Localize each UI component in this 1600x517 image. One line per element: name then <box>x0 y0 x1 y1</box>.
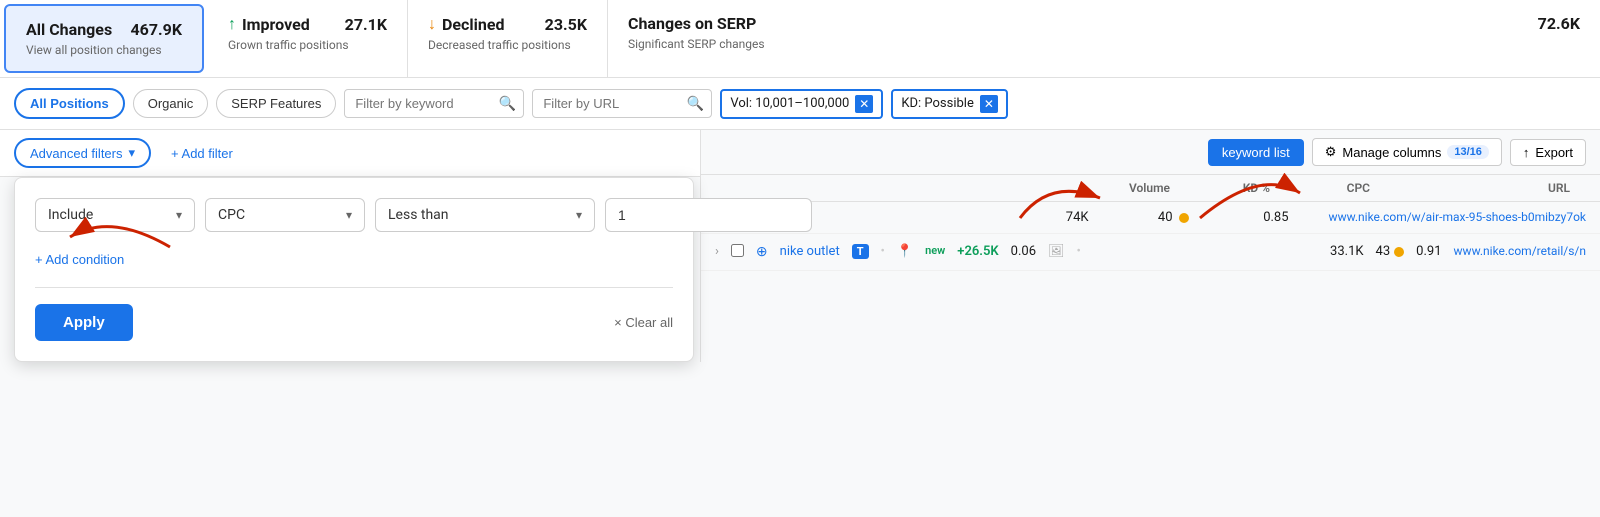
card-sub-all-changes: View all position changes <box>26 43 182 57</box>
gear-icon: ⚙ <box>1325 144 1337 160</box>
card-sub-serp: Significant SERP changes <box>628 37 1580 51</box>
nike-volume: 33.1K <box>1330 244 1364 259</box>
clear-all-button[interactable]: × Clear all <box>614 315 673 330</box>
card-count-all-changes: 467.9K <box>130 20 182 39</box>
field-select[interactable]: CPC ▾ <box>205 198 365 232</box>
cell-url: www.nike.com/w/air-max-95-shoes-b0mibzy7… <box>1329 210 1586 225</box>
manage-columns-badge: 13/16 <box>1447 145 1489 159</box>
vol-filter-chip: Vol: 10,001–100,000 ✕ <box>720 89 883 119</box>
location-icon: 📍 <box>897 244 913 259</box>
advanced-filters-label: Advanced filters <box>30 146 123 161</box>
right-panel: keyword list ⚙ Manage columns 13/16 ↑ Ex… <box>700 130 1600 362</box>
export-icon: ↑ <box>1523 145 1530 160</box>
vol-chip-close[interactable]: ✕ <box>855 95 873 113</box>
add-filter-button[interactable]: + Add filter <box>163 141 241 166</box>
card-serp[interactable]: Changes on SERP 72.6K Significant SERP c… <box>608 0 1600 77</box>
add-condition-label: + Add condition <box>35 252 124 267</box>
tab-organic[interactable]: Organic <box>133 89 209 118</box>
vol-chip-label: Vol: 10,001–100,000 <box>730 96 849 111</box>
card-sub-improved: Grown traffic positions <box>228 38 387 52</box>
dot-separator1: • <box>881 244 885 259</box>
advanced-filters-row: Advanced filters ▾ + Add filter <box>0 130 700 177</box>
kd-filter-chip: KD: Possible ✕ <box>891 89 1008 119</box>
card-all-changes[interactable]: All Changes 467.9K View all position cha… <box>4 4 204 73</box>
tab-serp-features[interactable]: SERP Features <box>216 89 336 118</box>
nike-cpc-val: 0.06 <box>1011 244 1036 259</box>
card-count-declined: 23.5K <box>545 15 587 34</box>
table-header: Volume KD % CPC URL <box>701 175 1600 202</box>
nike-kd-dot <box>1394 247 1404 257</box>
include-select[interactable]: Include ▾ <box>35 198 195 232</box>
filter-bar: All Positions Organic SERP Features 🔍 🔍 … <box>0 78 1600 130</box>
field-select-label: CPC <box>218 207 245 223</box>
status-new: new <box>925 244 945 257</box>
cell-volume: 74K <box>1029 210 1089 225</box>
kd-indicator <box>1179 213 1189 223</box>
card-title-declined: ↓ Declined <box>428 14 504 34</box>
down-arrow-icon: ↓ <box>428 14 436 34</box>
field-caret-icon: ▾ <box>346 208 352 222</box>
th-cpc: CPC <box>1310 181 1370 195</box>
operator-caret-icon: ▾ <box>576 208 582 222</box>
card-title-all-changes: All Changes <box>26 20 112 39</box>
change-value: +26.5K <box>957 244 998 259</box>
keyword-text: nike outlet <box>780 244 840 259</box>
tab-all-positions[interactable]: All Positions <box>14 88 125 119</box>
expand-icon[interactable]: › <box>715 244 719 259</box>
dot-separator2: • <box>1077 244 1081 259</box>
table-row: 74K 40 0.85 www.nike.com/w/air-max-95-sh… <box>701 202 1600 234</box>
camera-icon: 🖼 <box>1048 244 1065 259</box>
nike-url[interactable]: www.nike.com/retail/s/n <box>1454 244 1586 258</box>
add-filter-label: + Add filter <box>171 146 233 161</box>
chevron-down-icon: ▾ <box>129 145 136 161</box>
nike-kd: 43 <box>1376 244 1405 259</box>
export-button[interactable]: ↑ Export <box>1510 139 1586 166</box>
th-kd: KD % <box>1210 181 1270 195</box>
card-title-improved: ↑ Improved <box>228 14 310 34</box>
include-select-label: Include <box>48 207 93 223</box>
manage-columns-button[interactable]: ⚙ Manage columns 13/16 <box>1312 138 1502 166</box>
plus-icon: ⊕ <box>756 244 768 260</box>
kd-chip-close[interactable]: ✕ <box>980 95 998 113</box>
cell-cpc: 0.85 <box>1229 210 1289 225</box>
card-improved[interactable]: ↑ Improved 27.1K Grown traffic positions <box>208 0 408 77</box>
advanced-filters-panel: Include ▾ CPC ▾ Less than ▾ + Add condit… <box>14 177 694 362</box>
keyword-search-input[interactable] <box>344 89 524 118</box>
nike-outlet-row: › ⊕ nike outlet T • 📍 new +26.5K 0.06 🖼 … <box>701 234 1600 271</box>
th-url: URL <box>1410 181 1570 195</box>
url-search-icon: 🔍 <box>687 96 704 112</box>
keyword-search-icon: 🔍 <box>499 96 516 112</box>
cell-kd: 40 <box>1129 210 1189 225</box>
filter-condition-row: Include ▾ CPC ▾ Less than ▾ <box>35 198 673 232</box>
card-count-serp: 72.6K <box>1538 14 1580 33</box>
th-volume: Volume <box>1110 181 1170 195</box>
keyword-list-button[interactable]: keyword list <box>1208 139 1304 166</box>
export-label: Export <box>1535 145 1573 160</box>
kd-chip-label: KD: Possible <box>901 96 974 111</box>
card-title-serp: Changes on SERP <box>628 14 756 33</box>
table-toolbar: keyword list ⚙ Manage columns 13/16 ↑ Ex… <box>701 130 1600 175</box>
card-declined[interactable]: ↓ Declined 23.5K Decreased traffic posit… <box>408 0 608 77</box>
panel-footer: Apply × Clear all <box>35 304 673 341</box>
up-arrow-icon: ↑ <box>228 14 236 34</box>
apply-button[interactable]: Apply <box>35 304 133 341</box>
panel-divider <box>35 287 673 288</box>
operator-select-label: Less than <box>388 207 449 223</box>
card-count-improved: 27.1K <box>345 15 387 34</box>
keyword-search-wrap: 🔍 <box>344 89 524 118</box>
operator-select[interactable]: Less than ▾ <box>375 198 595 232</box>
row-checkbox[interactable] <box>731 244 744 257</box>
tag-t: T <box>852 244 869 259</box>
include-caret-icon: ▾ <box>176 208 182 222</box>
url-search-input[interactable] <box>532 89 712 118</box>
card-sub-declined: Decreased traffic positions <box>428 38 587 52</box>
value-input[interactable] <box>605 198 812 232</box>
url-search-wrap: 🔍 <box>532 89 712 118</box>
manage-columns-label: Manage columns <box>1342 145 1441 160</box>
nike-cpc: 0.91 <box>1416 244 1441 259</box>
add-condition-button[interactable]: + Add condition <box>35 248 124 271</box>
url-link[interactable]: www.nike.com/w/air-max-95-shoes-b0mibzy7… <box>1329 210 1586 224</box>
advanced-filters-button[interactable]: Advanced filters ▾ <box>14 138 151 168</box>
